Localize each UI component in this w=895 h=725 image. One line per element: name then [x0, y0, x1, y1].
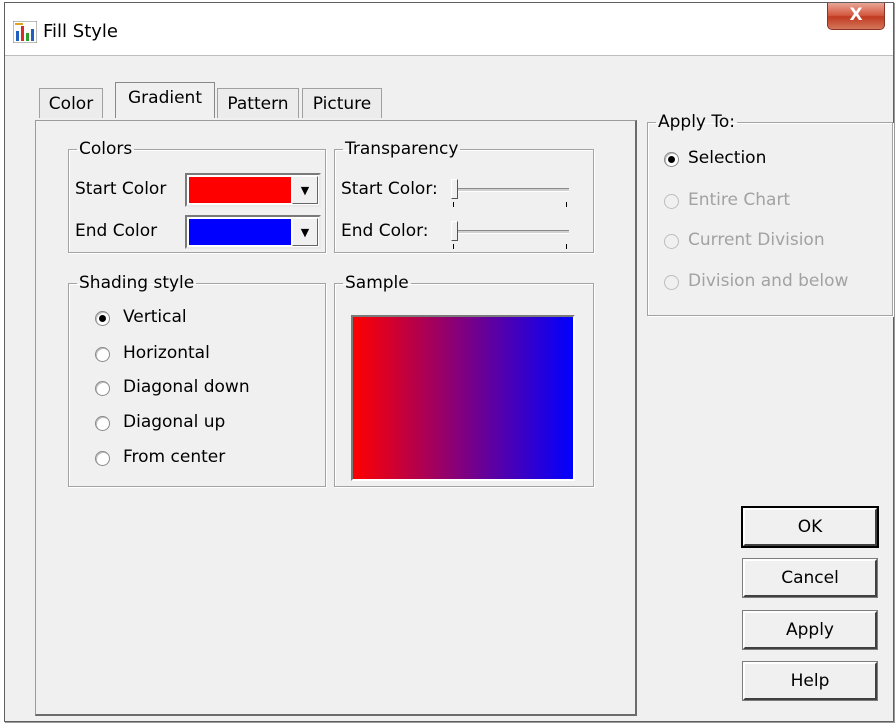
radio-button[interactable] [95, 311, 110, 326]
transparency-legend: Transparency [345, 139, 459, 159]
slider-thumb[interactable] [451, 221, 458, 241]
cancel-button[interactable]: Cancel [742, 558, 878, 598]
window-title: Fill Style [43, 21, 118, 42]
shading-style-legend: Shading style [79, 273, 195, 293]
radio-button[interactable] [95, 347, 110, 362]
radio-button[interactable] [664, 152, 679, 167]
tab-label: Picture [312, 94, 372, 114]
shading-option-label: Diagonal up [123, 412, 226, 432]
tab-label: Color [48, 94, 94, 114]
end-color-swatch [189, 219, 291, 245]
dialog-body: Color Gradient Pattern Picture Colors St… [5, 55, 893, 721]
sample-group: Sample [334, 273, 594, 487]
shading-option-label: Horizontal [123, 343, 210, 363]
radio-button[interactable] [664, 234, 679, 249]
slider-tick [453, 202, 454, 207]
sample-legend: Sample [345, 273, 409, 293]
gradient-sample-preview [351, 315, 575, 481]
colors-group: Colors Start Color ▼ End Color ▼ [68, 139, 326, 253]
tab-picture[interactable]: Picture [302, 88, 382, 118]
apply-to-option-label: Selection [688, 148, 767, 168]
apply-to-option-label: Current Division [688, 230, 825, 250]
close-button[interactable]: X [827, 3, 885, 30]
start-transparency-slider[interactable] [451, 179, 569, 209]
slider-track [451, 188, 569, 192]
title-bar[interactable]: Fill Style X [5, 3, 893, 55]
end-color-label: End Color [75, 221, 158, 241]
tab-label: Gradient [128, 88, 202, 108]
start-color-swatch [189, 177, 291, 203]
dropdown-arrow-icon[interactable]: ▼ [292, 176, 318, 204]
colors-legend: Colors [79, 139, 133, 159]
radio-button[interactable] [664, 194, 679, 209]
radio-button[interactable] [95, 416, 110, 431]
gradient-sample-fill [353, 317, 573, 479]
shading-option-label: Diagonal down [123, 377, 250, 397]
gradient-tab-panel: Colors Start Color ▼ End Color ▼ Transpa… [35, 120, 637, 716]
tab-gradient[interactable]: Gradient [115, 82, 215, 118]
dropdown-arrow-icon[interactable]: ▼ [292, 218, 318, 246]
start-color-label: Start Color [75, 179, 167, 199]
close-icon: X [849, 5, 863, 25]
tab-pattern[interactable]: Pattern [217, 88, 299, 118]
slider-track [451, 230, 569, 234]
help-button[interactable]: Help [742, 661, 878, 701]
start-transparency-label: Start Color: [341, 179, 438, 199]
slider-tick [566, 244, 567, 249]
shading-option-label: Vertical [123, 307, 187, 327]
chart-icon [12, 20, 38, 44]
apply-to-option-label: Entire Chart [688, 190, 791, 210]
start-color-dropdown[interactable]: ▼ [185, 173, 321, 207]
slider-tick [566, 202, 567, 207]
transparency-group: Transparency Start Color: End Color: [334, 139, 594, 253]
apply-to-option-label: Division and below [688, 271, 849, 291]
end-color-dropdown[interactable]: ▼ [185, 215, 321, 249]
radio-button[interactable] [95, 451, 110, 466]
end-transparency-label: End Color: [341, 221, 429, 241]
fill-style-dialog: Fill Style X Color Gradient Pattern Pict… [4, 2, 894, 722]
tab-color[interactable]: Color [39, 88, 103, 118]
ok-button[interactable]: OK [741, 506, 879, 548]
tab-label: Pattern [227, 94, 289, 114]
radio-button[interactable] [664, 275, 679, 290]
slider-thumb[interactable] [451, 179, 458, 199]
slider-tick [453, 244, 454, 249]
radio-button[interactable] [95, 381, 110, 396]
shading-style-group: Shading style Vertical Horizontal Diagon… [68, 273, 326, 487]
shading-option-label: From center [123, 447, 226, 467]
apply-button[interactable]: Apply [742, 610, 878, 650]
apply-to-legend: Apply To: [658, 112, 736, 132]
end-transparency-slider[interactable] [451, 221, 569, 251]
apply-to-group: Apply To: Selection Entire Chart Current… [647, 112, 893, 316]
